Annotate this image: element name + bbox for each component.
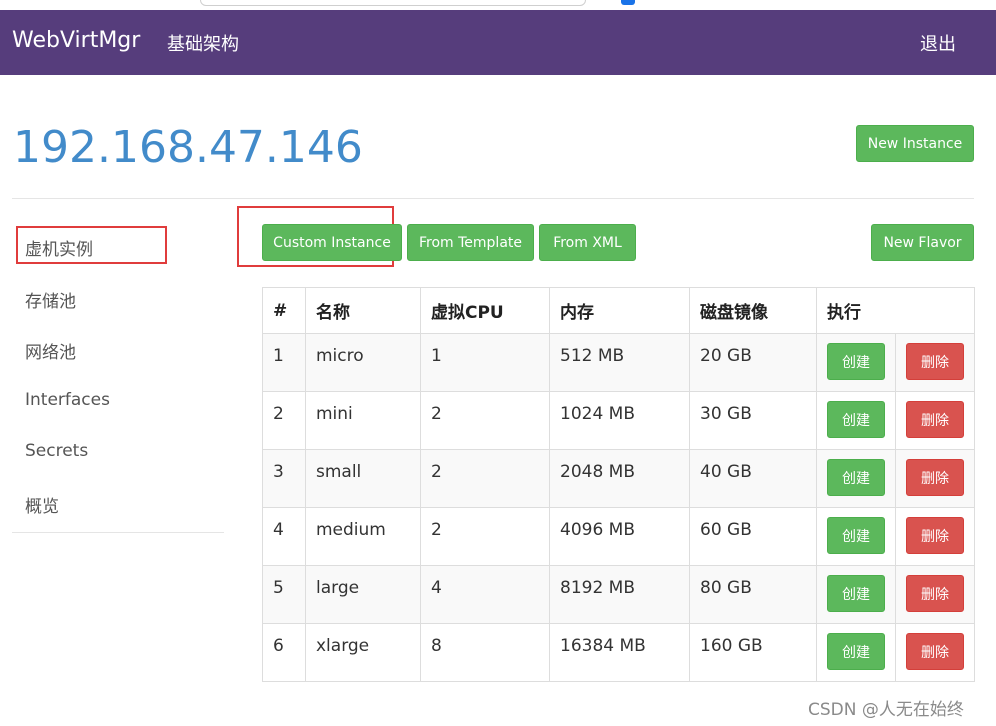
flavor-table: # 名称 虚拟CPU 内存 磁盘镜像 执行 1 micro 1 512 MB 2… bbox=[262, 287, 975, 682]
row-number: 3 bbox=[262, 449, 306, 508]
flavor-name: mini bbox=[305, 391, 421, 450]
table-row: 5 large 4 8192 MB 80 GB 创建 删除 bbox=[262, 565, 975, 624]
row-number: 4 bbox=[262, 507, 306, 566]
table-row: 3 small 2 2048 MB 40 GB 创建 删除 bbox=[262, 449, 975, 508]
flavor-vcpu: 1 bbox=[420, 333, 550, 392]
flavor-disk: 160 GB bbox=[689, 623, 817, 682]
flavor-name: medium bbox=[305, 507, 421, 566]
table-row: 6 xlarge 8 16384 MB 160 GB 创建 删除 bbox=[262, 623, 975, 682]
flavor-disk: 40 GB bbox=[689, 449, 817, 508]
logout-link[interactable]: 退出 bbox=[920, 30, 956, 56]
from-template-button[interactable]: From Template bbox=[407, 224, 534, 261]
flavor-memory: 1024 MB bbox=[549, 391, 690, 450]
nav-infrastructure[interactable]: 基础架构 bbox=[167, 30, 239, 56]
flavor-memory: 4096 MB bbox=[549, 507, 690, 566]
navbar: WebVirtMgr 基础架构 退出 bbox=[0, 10, 996, 75]
header-vcpu: 虚拟CPU bbox=[420, 287, 550, 334]
flavor-name: micro bbox=[305, 333, 421, 392]
create-button[interactable]: 创建 bbox=[827, 343, 885, 380]
delete-button[interactable]: 删除 bbox=[906, 343, 964, 380]
flavor-name: large bbox=[305, 565, 421, 624]
header-number: # bbox=[262, 287, 306, 334]
header-actions: 执行 bbox=[816, 287, 975, 334]
header-name: 名称 bbox=[305, 287, 421, 334]
brand-logo[interactable]: WebVirtMgr bbox=[12, 28, 140, 53]
new-instance-button[interactable]: New Instance bbox=[856, 125, 974, 162]
flavor-memory: 8192 MB bbox=[549, 565, 690, 624]
flavor-name: small bbox=[305, 449, 421, 508]
custom-instance-button[interactable]: Custom Instance bbox=[262, 224, 402, 261]
delete-button[interactable]: 删除 bbox=[906, 401, 964, 438]
table-row: 2 mini 2 1024 MB 30 GB 创建 删除 bbox=[262, 391, 975, 450]
sidebar-item-interfaces[interactable]: Interfaces bbox=[25, 390, 110, 410]
sidebar-item-overview[interactable]: 概览 bbox=[25, 492, 59, 517]
table-row: 4 medium 2 4096 MB 60 GB 创建 删除 bbox=[262, 507, 975, 566]
flavor-disk: 60 GB bbox=[689, 507, 817, 566]
row-number: 6 bbox=[262, 623, 306, 682]
flavor-disk: 20 GB bbox=[689, 333, 817, 392]
flavor-memory: 2048 MB bbox=[549, 449, 690, 508]
flavor-vcpu: 2 bbox=[420, 449, 550, 508]
sidebar-item-secrets[interactable]: Secrets bbox=[25, 441, 88, 461]
page-title: 192.168.47.146 bbox=[13, 122, 363, 173]
create-button[interactable]: 创建 bbox=[827, 517, 885, 554]
new-flavor-button[interactable]: New Flavor bbox=[871, 224, 974, 261]
row-number: 5 bbox=[262, 565, 306, 624]
sidebar-item-networks[interactable]: 网络池 bbox=[25, 338, 76, 363]
flavor-memory: 512 MB bbox=[549, 333, 690, 392]
flavor-memory: 16384 MB bbox=[549, 623, 690, 682]
delete-button[interactable]: 删除 bbox=[906, 517, 964, 554]
flavor-vcpu: 8 bbox=[420, 623, 550, 682]
flavor-vcpu: 2 bbox=[420, 507, 550, 566]
flavor-disk: 30 GB bbox=[689, 391, 817, 450]
flavor-disk: 80 GB bbox=[689, 565, 817, 624]
header-disk: 磁盘镜像 bbox=[689, 287, 817, 334]
sidebar-divider bbox=[12, 532, 224, 533]
flavor-vcpu: 4 bbox=[420, 565, 550, 624]
from-xml-button[interactable]: From XML bbox=[539, 224, 636, 261]
row-number: 1 bbox=[262, 333, 306, 392]
delete-button[interactable]: 删除 bbox=[906, 633, 964, 670]
divider bbox=[12, 198, 974, 199]
address-bar[interactable] bbox=[200, 0, 586, 6]
table-row: 1 micro 1 512 MB 20 GB 创建 删除 bbox=[262, 333, 975, 392]
browser-indicator-icon bbox=[621, 0, 635, 5]
create-button[interactable]: 创建 bbox=[827, 401, 885, 438]
create-button[interactable]: 创建 bbox=[827, 633, 885, 670]
create-button[interactable]: 创建 bbox=[827, 459, 885, 496]
sidebar-item-storage[interactable]: 存储池 bbox=[25, 287, 76, 312]
delete-button[interactable]: 删除 bbox=[906, 575, 964, 612]
table-header-row: # 名称 虚拟CPU 内存 磁盘镜像 执行 bbox=[262, 287, 975, 334]
create-button[interactable]: 创建 bbox=[827, 575, 885, 612]
highlight-box bbox=[16, 226, 167, 264]
delete-button[interactable]: 删除 bbox=[906, 459, 964, 496]
browser-strip bbox=[0, 0, 996, 10]
flavor-name: xlarge bbox=[305, 623, 421, 682]
header-memory: 内存 bbox=[549, 287, 690, 334]
flavor-vcpu: 2 bbox=[420, 391, 550, 450]
watermark: CSDN @人无在始终 bbox=[808, 700, 964, 720]
row-number: 2 bbox=[262, 391, 306, 450]
